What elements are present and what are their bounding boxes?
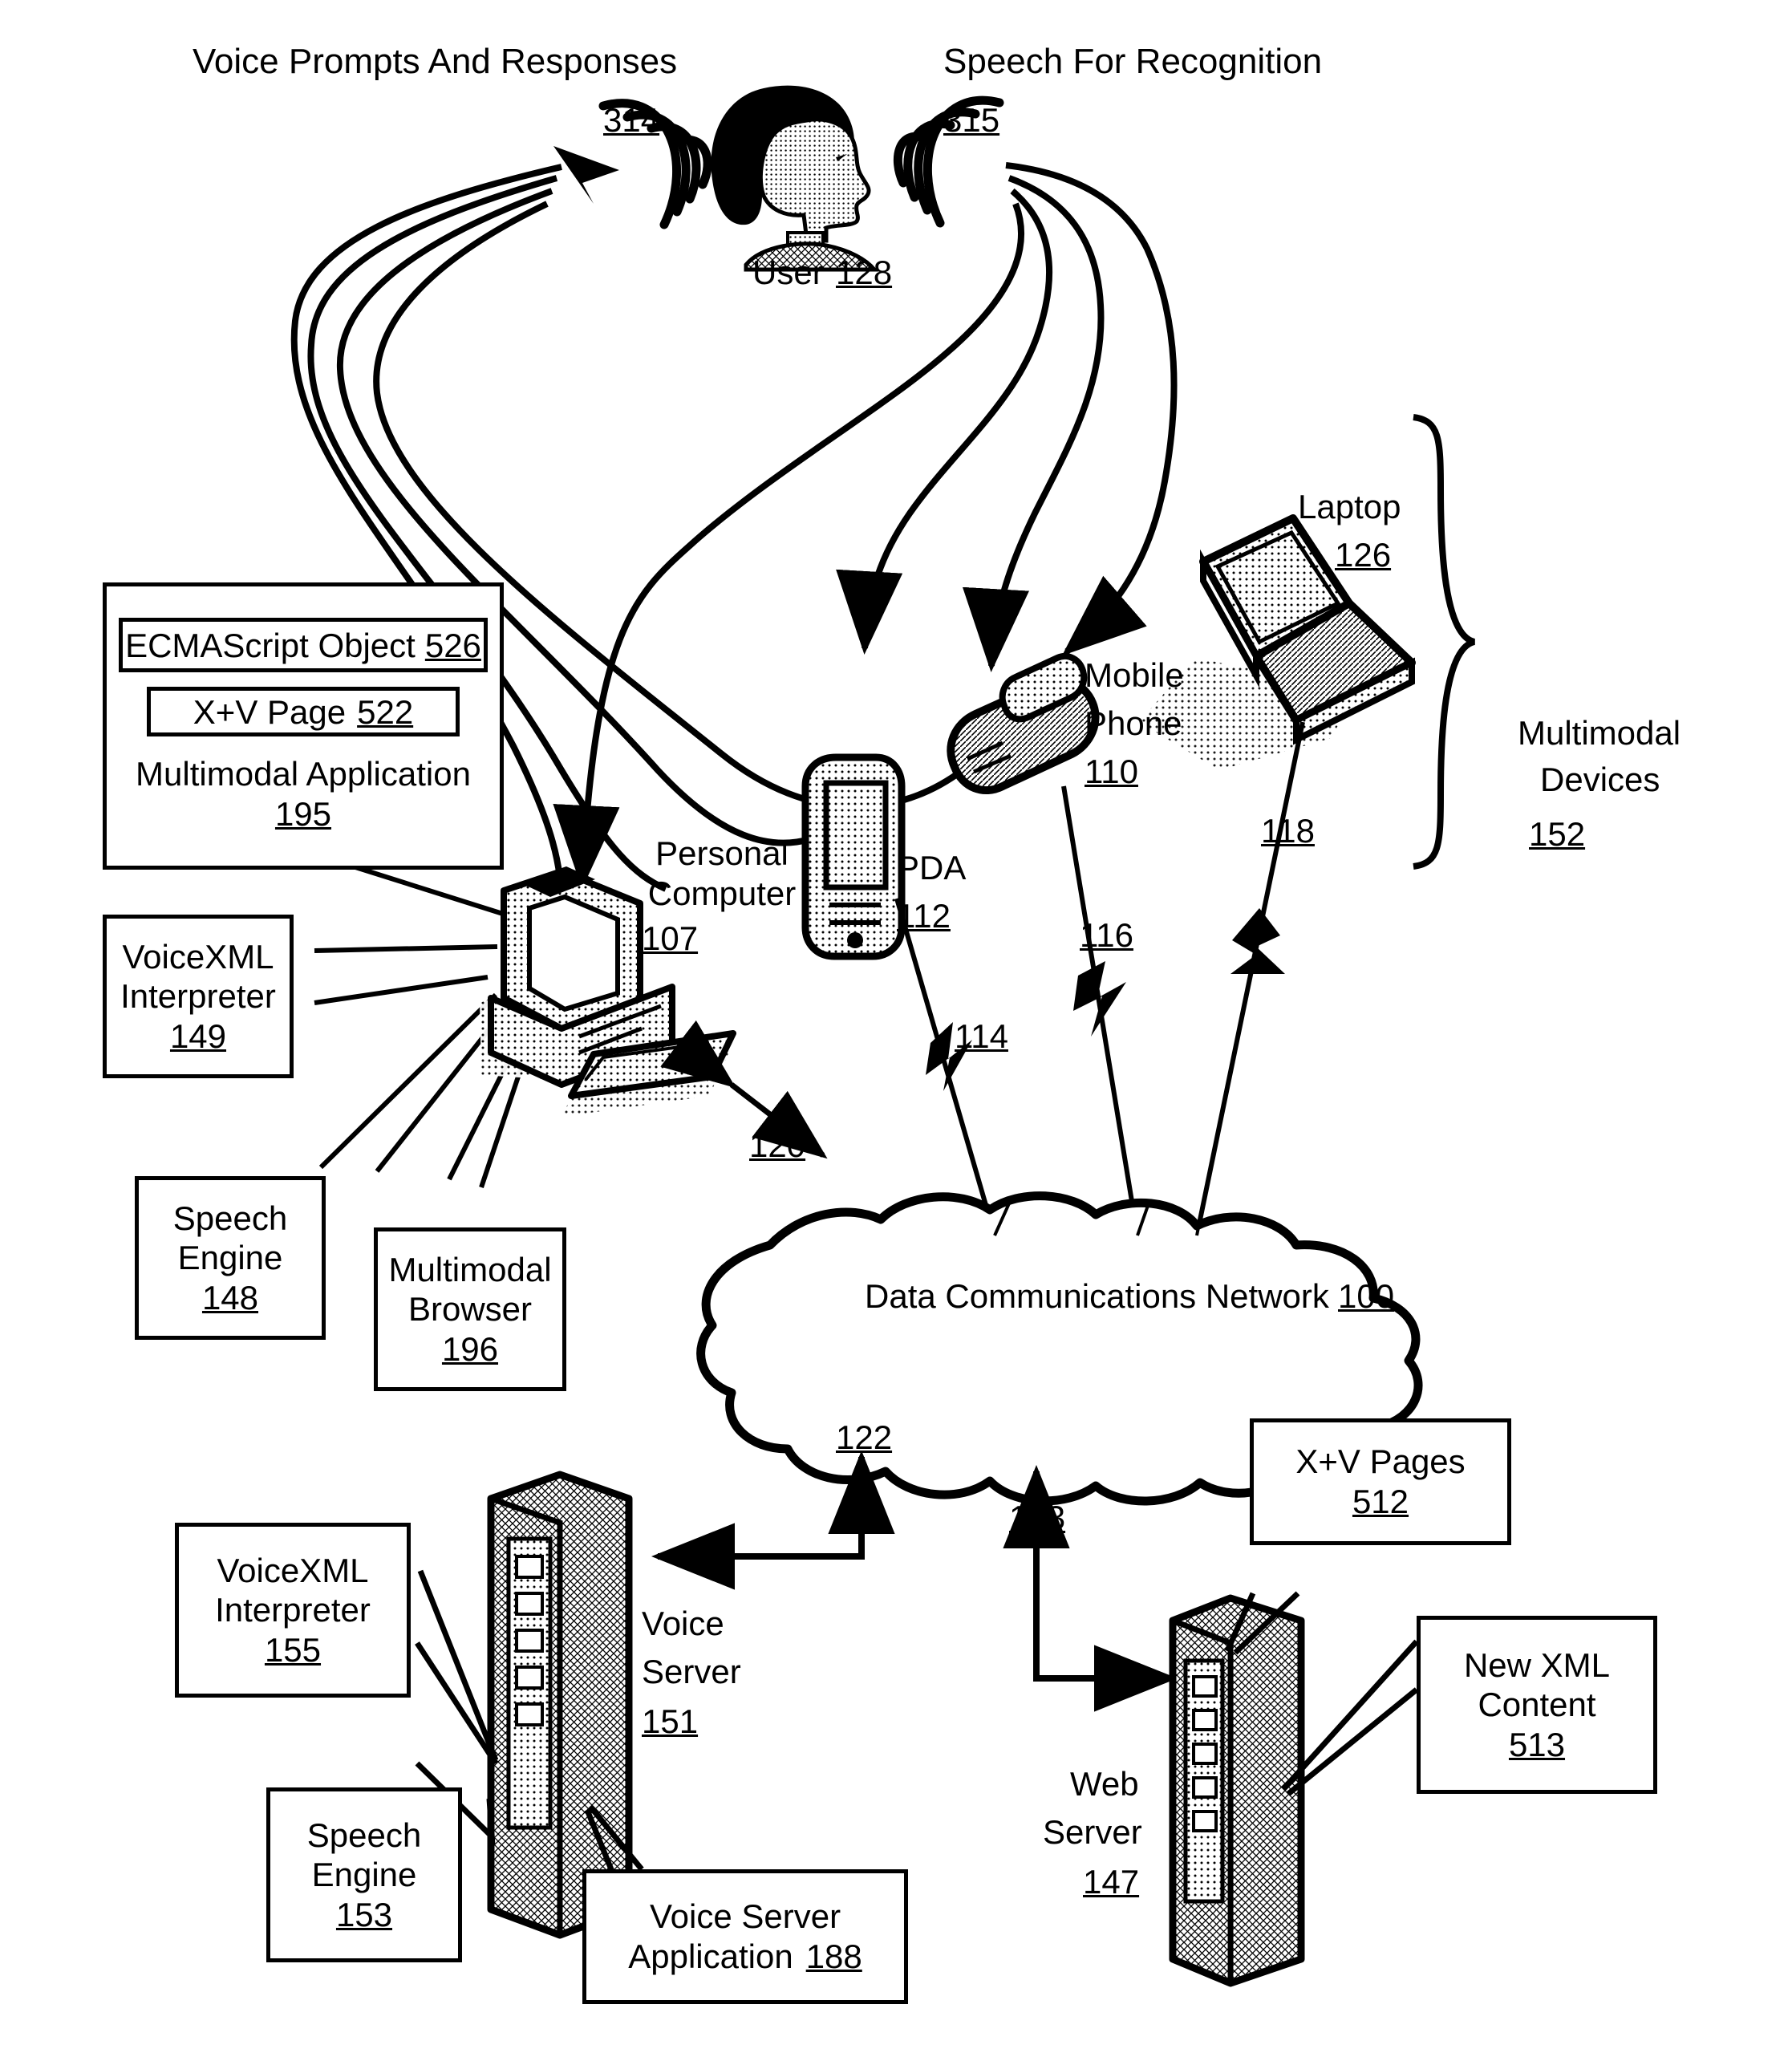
pda-label: PDA (897, 849, 967, 887)
voice-prompts-header: Voice Prompts And Responses (193, 42, 678, 81)
connection-118-ref: 118 (1261, 812, 1315, 850)
xv-pages-512-line1: X+V Pages (1295, 1442, 1466, 1481)
speech-engine-148-ref: 148 (201, 1278, 259, 1317)
web-server-illustration (1169, 1594, 1305, 1987)
web-server-label-line1: Web (1070, 1765, 1139, 1803)
pda-ref: 112 (897, 897, 951, 935)
ecmascript-object-box: ECMAScript Object 526 (119, 618, 488, 673)
user-ref: 128 (836, 254, 893, 291)
personal-computer-ref: 107 (642, 919, 699, 957)
mobile-phone-ref: 110 (1085, 753, 1138, 790)
speech-engine-153-callout: Speech Engine 153 (266, 1787, 462, 1962)
speech-engine-148-callout: Speech Engine 148 (135, 1176, 326, 1340)
wireless-link-114 (894, 898, 997, 1236)
xv-page-box: X+V Page 522 (147, 687, 460, 737)
voicexml-interpreter-149-line2: Interpreter (120, 977, 276, 1016)
laptop-label: Laptop (1298, 488, 1401, 525)
wireless-link-118 (1194, 721, 1305, 1236)
new-xml-content-513-line2: Content (1478, 1686, 1596, 1724)
new-xml-content-513-callout: New XML Content 513 (1417, 1616, 1657, 1794)
speech-engine-148-line1: Speech (172, 1199, 288, 1237)
speech-engine-148-line2: Engine (177, 1239, 283, 1277)
user-label: User (752, 254, 824, 291)
connection-114-ref: 114 (955, 1017, 1008, 1055)
speech-engine-153-ref: 153 (335, 1895, 393, 1933)
voice-server-application-188-ref: 188 (805, 1937, 862, 1975)
voice-server-label-line1: Voice (642, 1605, 724, 1642)
voicexml-interpreter-155-ref: 155 (264, 1630, 322, 1669)
laptop-ref: 126 (1335, 536, 1392, 574)
web-server-ref: 147 (1083, 1863, 1140, 1901)
voicexml-interpreter-155-line1: VoiceXML (217, 1551, 369, 1589)
speech-recognition-header: Speech For Recognition (943, 42, 1323, 81)
xv-page-label: X+V Page (193, 692, 347, 731)
voice-server-application-188-callout: Voice Server Application 188 (582, 1869, 908, 2004)
voicexml-interpreter-155-callout: VoiceXML Interpreter 155 (175, 1523, 411, 1698)
voicexml-interpreter-149-callout: VoiceXML Interpreter 149 (103, 915, 294, 1078)
web-server-label-line2: Server (1043, 1813, 1142, 1851)
voice-server-application-188-line1: Voice Server (649, 1897, 841, 1936)
speech-recognition-ref: 315 (943, 101, 1000, 139)
multimodal-devices-ref: 152 (1529, 815, 1586, 853)
mobile-phone-label-line1: Mobile (1085, 656, 1184, 694)
connection-122-ref: 122 (836, 1418, 893, 1456)
multimodal-application-title: Multimodal Application (136, 755, 471, 793)
personal-computer-label-line2: Computer (647, 874, 797, 912)
voice-server-application-188-line2: Application (628, 1937, 793, 1975)
voicexml-interpreter-149-line1: VoiceXML (122, 937, 274, 976)
multimodal-browser-196-callout: Multimodal Browser 196 (374, 1227, 566, 1391)
new-xml-content-513-line1: New XML (1463, 1645, 1611, 1684)
multimodal-browser-196-line2: Browser (407, 1290, 533, 1329)
multimodal-devices-label-line1: Multimodal (1518, 714, 1681, 752)
voicexml-interpreter-155-line2: Interpreter (215, 1591, 371, 1629)
xv-pages-512-callout: X+V Pages 512 (1250, 1418, 1511, 1545)
network-cloud-ref: 100 (1338, 1277, 1395, 1315)
network-cloud-label: Data Communications Network (865, 1277, 1329, 1315)
new-xml-content-513-ref: 513 (1508, 1725, 1566, 1763)
voice-prompts-ref: 314 (603, 101, 660, 139)
mobile-phone-illustration (947, 653, 1100, 795)
mobile-phone-label-line2: Phone (1085, 704, 1182, 742)
multimodal-browser-196-line1: Multimodal (388, 1250, 552, 1288)
ecmascript-object-ref: 526 (424, 626, 481, 664)
voice-prompt-arrowhead (553, 146, 619, 204)
xv-page-ref: 522 (357, 692, 414, 731)
ecmascript-object-label: ECMAScript Object (125, 626, 416, 664)
multimodal-devices-brace (1413, 414, 1476, 870)
connection-120-ref: 120 (749, 1126, 806, 1164)
connection-123-ref: 123 (1009, 1499, 1066, 1536)
multimodal-browser-196-ref: 196 (441, 1329, 499, 1368)
speech-engine-153-line2: Engine (311, 1856, 417, 1894)
multimodal-application-callout: ECMAScript Object 526 X+V Page 522 Multi… (103, 582, 504, 870)
patent-figure-canvas: Voice Prompts And Responses 314 Speech F… (0, 0, 1792, 2053)
user-head-illustration (711, 85, 879, 272)
multimodal-devices-label-line2: Devices (1540, 761, 1660, 798)
speech-engine-153-line1: Speech (306, 1816, 422, 1854)
personal-computer-label-line1: Personal (655, 834, 789, 872)
xv-pages-512-ref: 512 (1352, 1483, 1409, 1520)
voice-server-label-line2: Server (642, 1653, 741, 1690)
multimodal-application-ref: 195 (274, 795, 332, 833)
wireless-link-116 (1061, 785, 1140, 1236)
voicexml-interpreter-149-ref: 149 (169, 1016, 227, 1055)
connection-116-ref: 116 (1080, 916, 1133, 954)
voice-server-ref: 151 (642, 1702, 699, 1740)
pda-illustration (801, 753, 906, 960)
